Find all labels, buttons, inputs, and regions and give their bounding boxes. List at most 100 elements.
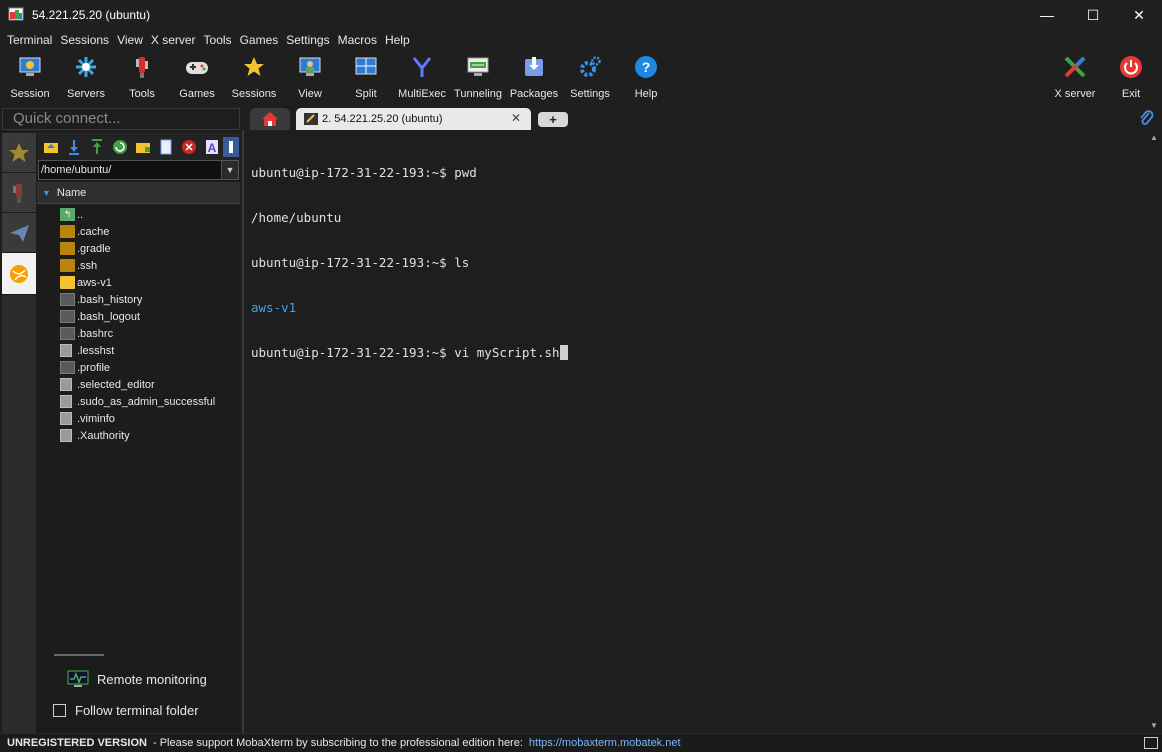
refresh-icon[interactable] (108, 137, 131, 157)
properties-icon[interactable] (223, 136, 239, 157)
window-corner-icon (1144, 737, 1158, 749)
menu-help[interactable]: Help (381, 33, 414, 47)
terminal-line: ubuntu@ip-172-31-22-193:~$ pwd (251, 165, 477, 180)
exit-button[interactable]: Exit (1116, 52, 1146, 102)
power-icon (1118, 54, 1144, 80)
list-item[interactable]: .bash_history (37, 291, 240, 308)
list-item[interactable]: .Xauthority (37, 427, 240, 444)
menu-view[interactable]: View (113, 33, 147, 47)
menu-tools[interactable]: Tools (200, 33, 236, 47)
packages-button[interactable]: Packages (509, 52, 559, 102)
follow-terminal-folder-checkbox[interactable]: Follow terminal folder (53, 703, 199, 718)
list-item[interactable]: .selected_editor (37, 376, 240, 393)
splitter-handle[interactable] (54, 654, 104, 656)
menu-macros[interactable]: Macros (334, 33, 381, 47)
app-icon (8, 7, 24, 23)
list-item[interactable]: .profile (37, 359, 240, 376)
tunneling-button[interactable]: Tunneling (453, 52, 503, 102)
file-toolbar: A (37, 133, 240, 160)
file-icon (60, 412, 72, 425)
terminal-output[interactable]: ubuntu@ip-172-31-22-193:~$ pwd /home/ubu… (242, 130, 1147, 733)
title-bar: 54.221.25.20 (ubuntu) — ☐ ✕ (0, 0, 1162, 30)
sftp-side-tab[interactable] (2, 253, 36, 295)
help-button[interactable]: ? Help (630, 52, 662, 102)
sessions-side-tab[interactable] (2, 133, 36, 173)
menu-games[interactable]: Games (236, 33, 283, 47)
new-tab-button[interactable]: + (538, 112, 568, 127)
list-item[interactable]: .cache (37, 223, 240, 240)
list-item[interactable]: .viminfo (37, 410, 240, 427)
tab-session-ubuntu[interactable]: 2. 54.221.25.20 (ubuntu) ✕ (296, 108, 531, 130)
list-item[interactable]: .gradle (37, 240, 240, 257)
multiexec-button[interactable]: MultiExec (397, 52, 447, 102)
terminal-line: ubuntu@ip-172-31-22-193:~$ ls (251, 255, 470, 270)
terminal-prompt-line: ubuntu@ip-172-31-22-193:~$ vi myScript.s… (251, 345, 1147, 360)
close-window-button[interactable]: ✕ (1116, 0, 1162, 30)
tools-button[interactable]: Tools (124, 52, 160, 102)
list-item[interactable]: .lesshst (37, 342, 240, 359)
maximize-button[interactable]: ☐ (1070, 0, 1116, 30)
window-title: 54.221.25.20 (ubuntu) (32, 8, 151, 22)
new-file-icon[interactable] (154, 137, 177, 157)
name-column-header[interactable]: ▼ Name (37, 182, 240, 204)
svg-text:A: A (207, 141, 216, 155)
list-item[interactable]: .sudo_as_admin_successful (37, 393, 240, 410)
delete-icon[interactable] (177, 137, 200, 157)
quick-connect-input[interactable]: Quick connect... (2, 108, 240, 130)
upload-icon[interactable] (85, 137, 108, 157)
file-list: ↰.. .cache .gradle .ssh aws-v1 .bash_his… (37, 204, 240, 444)
monitor-graph-icon (67, 670, 89, 687)
multiexec-icon (409, 54, 435, 80)
tunneling-icon (465, 54, 491, 80)
file-icon (60, 344, 72, 357)
path-field[interactable]: /home/ubuntu/ ▼ (38, 160, 239, 180)
svg-text:?: ? (642, 59, 651, 75)
sessions-button[interactable]: Sessions (231, 52, 277, 102)
mobatek-link[interactable]: https://mobaxterm.mobatek.net (529, 737, 681, 749)
tools-side-tab[interactable] (2, 173, 36, 213)
menu-terminal[interactable]: Terminal (3, 33, 56, 47)
ssh-session-icon (304, 113, 318, 125)
remote-monitoring-button[interactable]: Remote monitoring (67, 670, 207, 688)
paperclip-icon[interactable] (1138, 109, 1154, 132)
scroll-down-icon[interactable]: ▼ (1150, 721, 1158, 730)
session-button[interactable]: Session (10, 52, 50, 102)
sort-arrow-icon: ▼ (42, 187, 51, 198)
servers-button[interactable]: Servers (64, 52, 108, 102)
rename-icon[interactable]: A (200, 137, 223, 157)
terminal-scrollbar[interactable]: ▲ ▼ (1147, 130, 1162, 733)
scroll-up-icon[interactable]: ▲ (1150, 133, 1158, 142)
list-item[interactable]: aws-v1 (37, 274, 240, 291)
menu-sessions[interactable]: Sessions (56, 33, 113, 47)
side-tab-strip (2, 133, 36, 733)
xserver-button[interactable]: X server (1051, 52, 1099, 102)
folder-icon (60, 225, 75, 238)
close-tab-icon[interactable]: ✕ (511, 111, 521, 125)
terminal-line: /home/ubuntu (251, 210, 342, 225)
minimize-button[interactable]: — (1024, 0, 1070, 30)
file-icon (60, 310, 75, 323)
settings-button[interactable]: Settings (568, 52, 612, 102)
download-icon[interactable] (62, 137, 85, 157)
chevron-down-icon[interactable]: ▼ (221, 161, 238, 179)
menu-xserver[interactable]: X server (147, 33, 200, 47)
macros-side-tab[interactable] (2, 213, 36, 253)
menu-settings[interactable]: Settings (282, 33, 333, 47)
list-item[interactable]: ↰.. (37, 206, 240, 223)
session-tab-bar: 2. 54.221.25.20 (ubuntu) ✕ + (242, 108, 1162, 130)
view-button[interactable]: View (292, 52, 328, 102)
gamepad-icon (184, 54, 210, 80)
checkbox[interactable] (53, 704, 66, 717)
terminal-line: aws-v1 (251, 300, 297, 315)
home-tab[interactable] (250, 108, 290, 130)
list-item[interactable]: .bash_logout (37, 308, 240, 325)
new-folder-icon[interactable] (131, 137, 154, 157)
split-button[interactable]: Split (348, 52, 384, 102)
tools-icon (13, 183, 22, 203)
parent-folder-icon[interactable] (39, 137, 62, 157)
packages-icon (521, 54, 547, 80)
games-button[interactable]: Games (178, 52, 216, 102)
list-item[interactable]: .bashrc (37, 325, 240, 342)
file-panel-footer: Remote monitoring Follow terminal folder (37, 648, 240, 733)
list-item[interactable]: .ssh (37, 257, 240, 274)
